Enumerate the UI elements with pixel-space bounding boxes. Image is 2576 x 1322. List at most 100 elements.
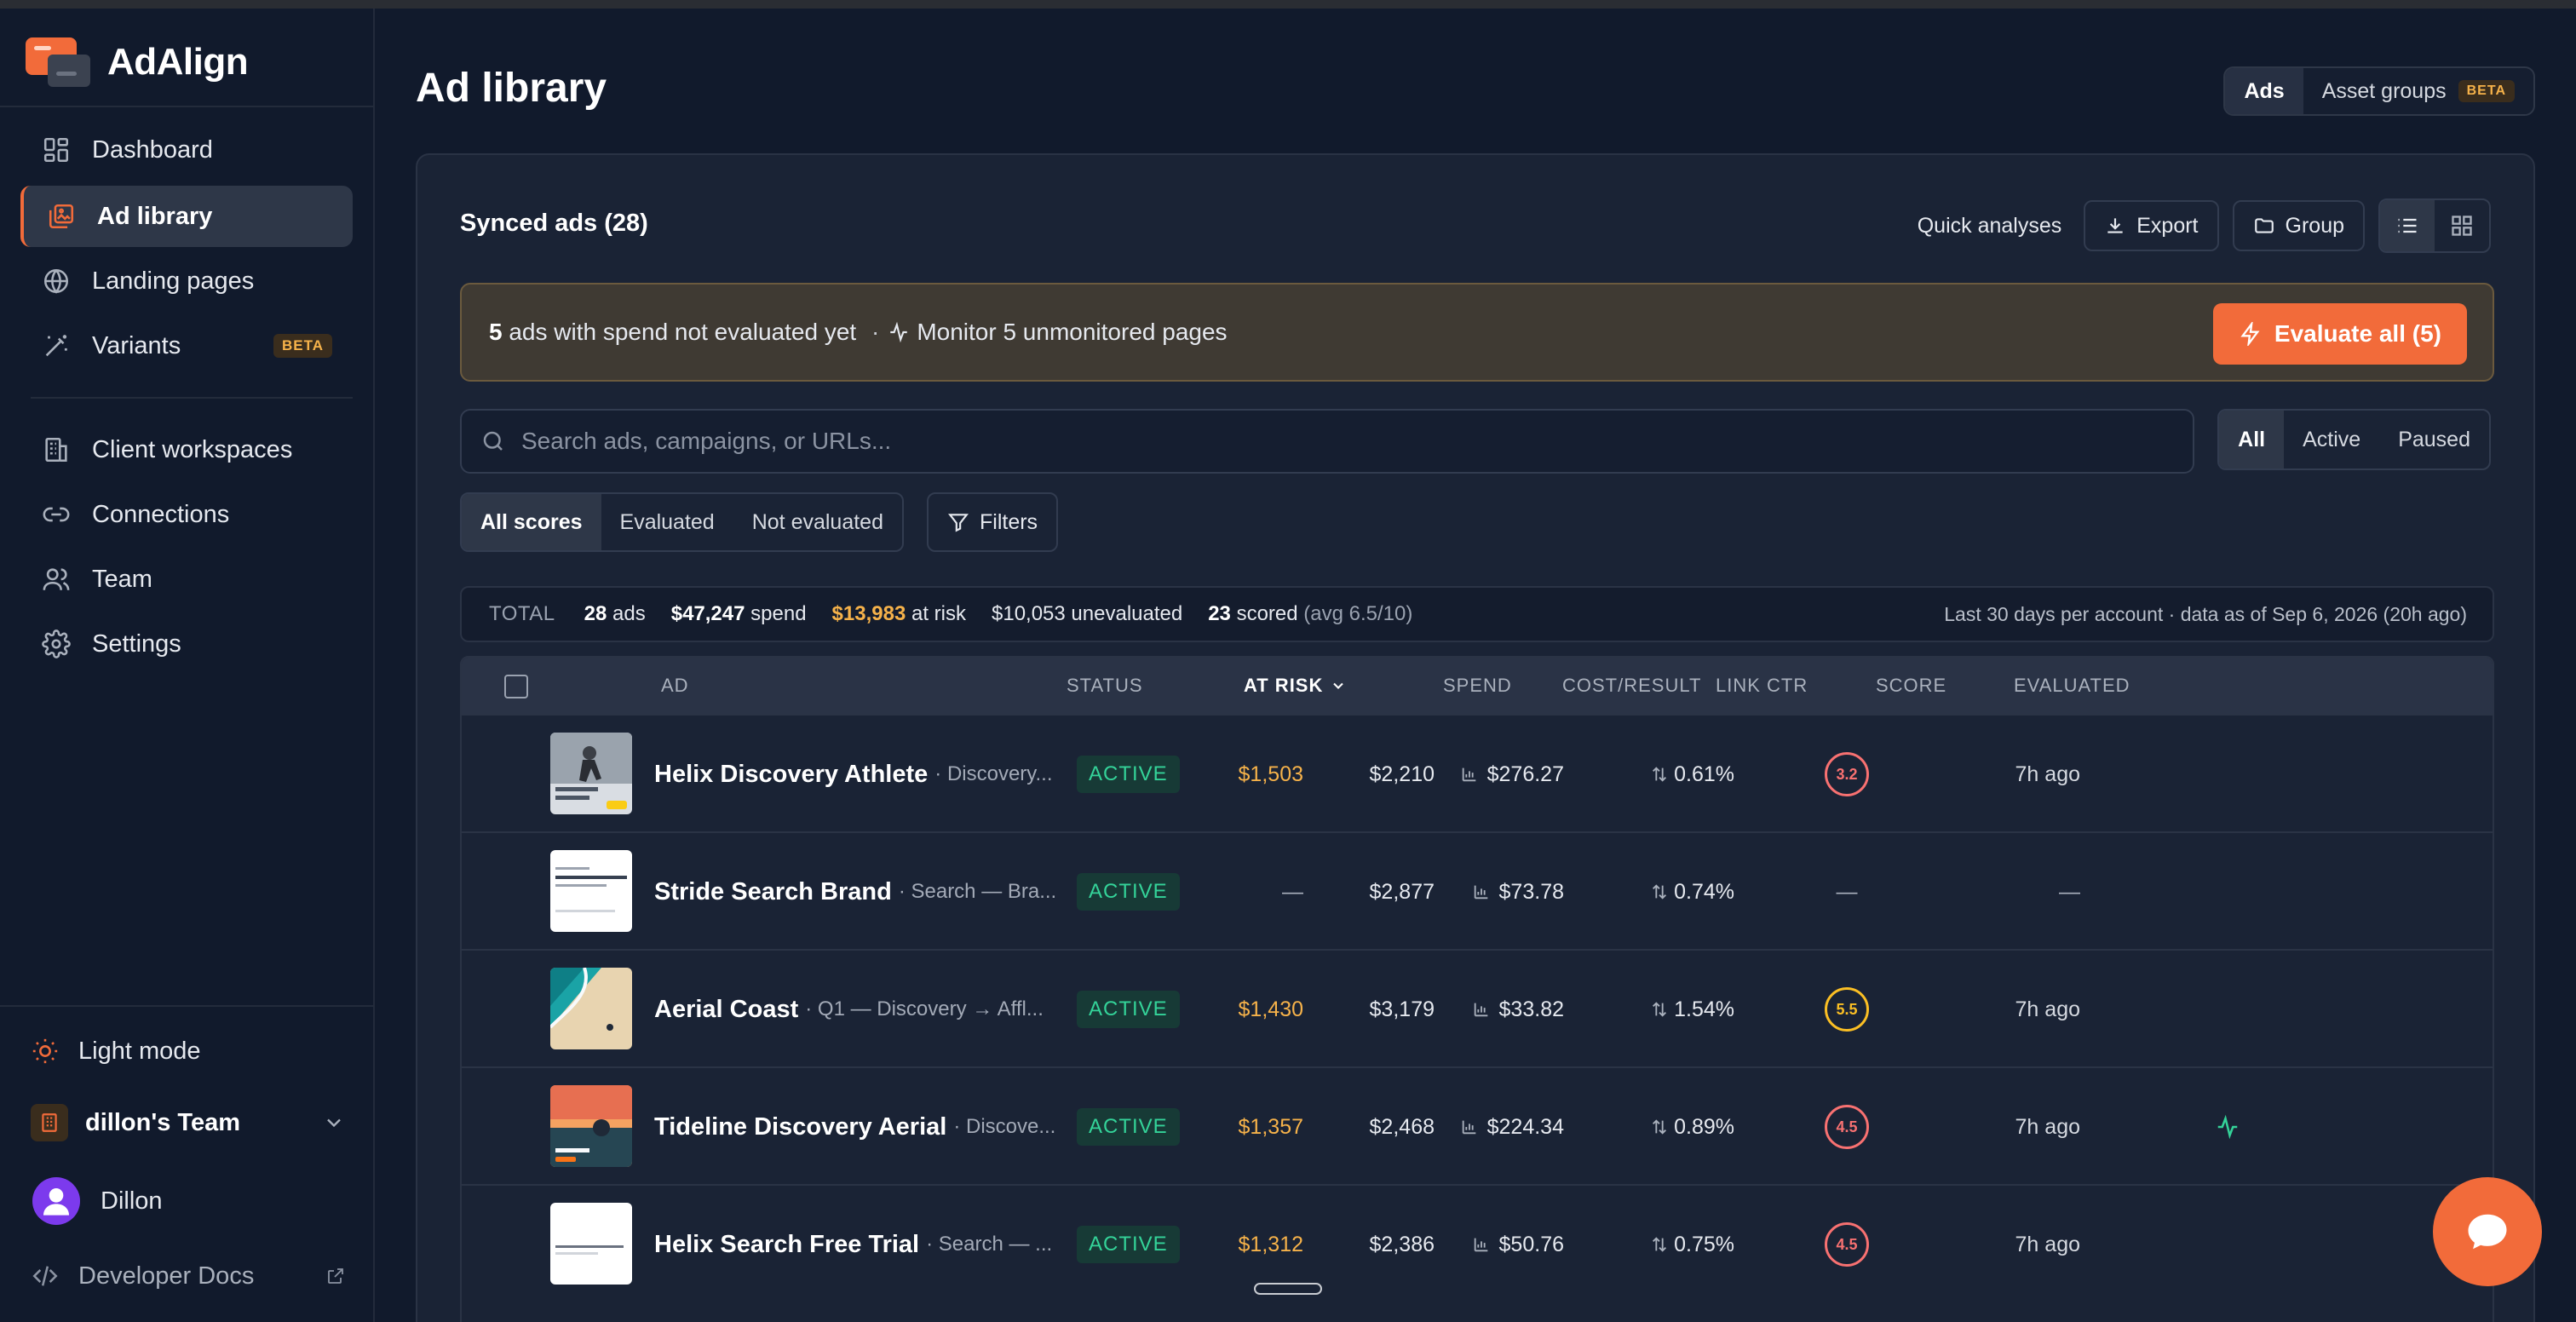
cost-result-cell: $50.76 xyxy=(1450,1186,1564,1303)
column-status[interactable]: STATUS xyxy=(1067,658,1143,714)
at-risk-cell: $1,503 xyxy=(1211,716,1303,833)
filters-label: Filters xyxy=(980,509,1038,534)
tab-ads[interactable]: Ads xyxy=(2225,68,2303,114)
table-row[interactable]: Helix Search Free Trial · Search — ... AC… xyxy=(462,1184,2493,1303)
score-cell: 4.5 xyxy=(1825,1068,1869,1186)
totals-at-risk: $13,983 at risk xyxy=(832,602,966,626)
sidebar-item-ad-library[interactable]: Ad library xyxy=(20,186,353,247)
status-active[interactable]: Active xyxy=(2284,411,2379,468)
status-badge: ACTIVE xyxy=(1077,1108,1180,1146)
table-row[interactable]: Aerial Coast · Q1 — Discovery → Affl... A… xyxy=(462,949,2493,1068)
search-icon xyxy=(480,428,506,454)
at-risk-cell: $1,430 xyxy=(1211,951,1303,1068)
score-evaluated[interactable]: Evaluated xyxy=(601,494,733,550)
ad-name: Helix Search Free Trial xyxy=(654,1230,920,1258)
search-input[interactable] xyxy=(521,428,2140,455)
ad-thumbnail[interactable] xyxy=(550,968,632,1049)
status-paused[interactable]: Paused xyxy=(2379,411,2489,468)
bar-chart-icon xyxy=(1460,765,1479,784)
sidebar-item-settings[interactable]: Settings xyxy=(20,613,353,675)
group-button[interactable]: Group xyxy=(2232,200,2365,251)
tab-asset-groups[interactable]: Asset groups BETA xyxy=(2303,68,2533,114)
column-score[interactable]: SCORE xyxy=(1876,658,1946,714)
export-button[interactable]: Export xyxy=(2084,200,2219,251)
column-evaluated[interactable]: EVALUATED xyxy=(2014,658,2130,714)
score-cell: 5.5 xyxy=(1825,951,1869,1068)
monitor-link[interactable]: Monitor 5 unmonitored pages xyxy=(888,319,1228,346)
banner-message: ads with spend not evaluated yet xyxy=(509,319,857,345)
search-box[interactable] xyxy=(460,409,2194,474)
table-row[interactable]: Stride Search Brand · Search — Bra... ACT… xyxy=(462,831,2493,951)
sidebar-divider xyxy=(31,397,353,399)
totals-at-risk-value: $13,983 xyxy=(831,602,906,625)
score-ring: 5.5 xyxy=(1825,987,1869,1032)
ad-name: Helix Discovery Athlete xyxy=(654,760,929,788)
score-ring: 4.5 xyxy=(1825,1105,1869,1149)
ad-thumbnail[interactable] xyxy=(550,1203,632,1285)
sort-arrows-icon xyxy=(1650,882,1669,901)
light-mode-toggle[interactable]: Light mode xyxy=(31,1026,354,1077)
horizontal-scrollbar[interactable] xyxy=(1254,1283,1322,1295)
sort-chevron-down-icon xyxy=(1330,677,1347,694)
totals-ads-label: ads xyxy=(612,602,646,625)
team-switcher[interactable]: dillon's Team xyxy=(31,1097,354,1148)
sidebar-item-dashboard[interactable]: Dashboard xyxy=(20,119,353,181)
list-view-button[interactable] xyxy=(2380,200,2435,251)
synced-ads-card: Synced ads (28) Quick analyses Export Gr… xyxy=(416,153,2535,1322)
column-link-ctr[interactable]: LINK CTR xyxy=(1716,658,1808,714)
score-not-evaluated[interactable]: Not evaluated xyxy=(733,494,902,550)
ad-cell[interactable]: Helix Search Free Trial · Search — ... xyxy=(654,1186,1055,1303)
filters-button[interactable]: Filters xyxy=(927,492,1059,552)
column-spend[interactable]: SPEND xyxy=(1443,658,1512,714)
brand[interactable]: AdAlign xyxy=(26,32,249,92)
sidebar-item-variants[interactable]: Variants BETA xyxy=(20,315,353,376)
ad-cell[interactable]: Stride Search Brand · Search — Bra... xyxy=(654,833,1055,951)
banner-separator: · xyxy=(871,319,880,345)
users-icon xyxy=(41,564,72,595)
spend-value: $2,210 xyxy=(1369,762,1435,786)
monitoring-pulse-icon[interactable] xyxy=(2215,1068,2240,1186)
table-header: AD STATUS AT RISK SPEND COST/RESULT LINK… xyxy=(462,658,2493,714)
totals-scored: 23 scored (avg 6.5/10) xyxy=(1208,602,1412,626)
sidebar-item-client-workspaces[interactable]: Client workspaces xyxy=(20,419,353,480)
sidebar-item-team[interactable]: Team xyxy=(20,549,353,610)
table-row[interactable]: Tideline Discovery Aerial · Discove... AC… xyxy=(462,1066,2493,1186)
score-filter-label: Evaluated xyxy=(619,509,715,534)
status-badge: ACTIVE xyxy=(1077,1226,1180,1263)
totals-avg: (avg 6.5/10) xyxy=(1303,602,1413,625)
column-at-risk[interactable]: AT RISK xyxy=(1244,658,1347,714)
view-toggle xyxy=(2378,198,2491,253)
ad-cell[interactable]: Helix Discovery Athlete · Discovery... xyxy=(654,716,1055,833)
ad-cell[interactable]: Tideline Discovery Aerial · Discove... xyxy=(654,1068,1055,1186)
at-risk-cell: $1,357 xyxy=(1211,1068,1303,1186)
ad-thumbnail[interactable] xyxy=(550,733,632,814)
status-badge: ACTIVE xyxy=(1077,873,1180,911)
score-filter-label: All scores xyxy=(480,509,583,534)
evaluate-all-button[interactable]: Evaluate all (5) xyxy=(2212,303,2467,365)
table-row[interactable]: Helix Discovery Athlete · Discovery... AC… xyxy=(462,714,2493,833)
totals-spend: $47,247 spend xyxy=(671,602,807,626)
status-all[interactable]: All xyxy=(2219,411,2285,468)
user-profile[interactable]: Dillon xyxy=(32,1175,356,1227)
status-label: All xyxy=(2238,427,2266,451)
developer-docs-link[interactable]: Developer Docs xyxy=(31,1250,354,1302)
column-cost-result[interactable]: COST/RESULT xyxy=(1562,658,1701,714)
sidebar-item-landing-pages[interactable]: Landing pages xyxy=(20,250,353,312)
status-badge: ACTIVE xyxy=(1077,756,1180,793)
chat-button[interactable] xyxy=(2433,1177,2542,1286)
at-risk-value: $1,357 xyxy=(1238,1114,1303,1139)
sidebar-item-label: Client workspaces xyxy=(92,435,293,463)
cost-result-value: $276.27 xyxy=(1486,762,1564,786)
ad-thumbnail[interactable] xyxy=(550,850,632,932)
sidebar-item-label: Landing pages xyxy=(92,267,255,295)
sidebar-item-connections[interactable]: Connections xyxy=(20,484,353,545)
select-all-checkbox[interactable] xyxy=(504,675,528,698)
quick-analyses-link[interactable]: Quick analyses xyxy=(1918,214,2062,239)
ad-cell[interactable]: Aerial Coast · Q1 — Discovery → Affl... xyxy=(654,951,1055,1068)
grid-view-button[interactable] xyxy=(2435,200,2489,251)
score-all[interactable]: All scores xyxy=(462,494,601,550)
sidebar-item-label: Variants xyxy=(92,331,181,359)
lightning-icon xyxy=(2239,322,2263,346)
column-ad[interactable]: AD xyxy=(661,658,689,714)
ad-thumbnail[interactable] xyxy=(550,1085,632,1167)
